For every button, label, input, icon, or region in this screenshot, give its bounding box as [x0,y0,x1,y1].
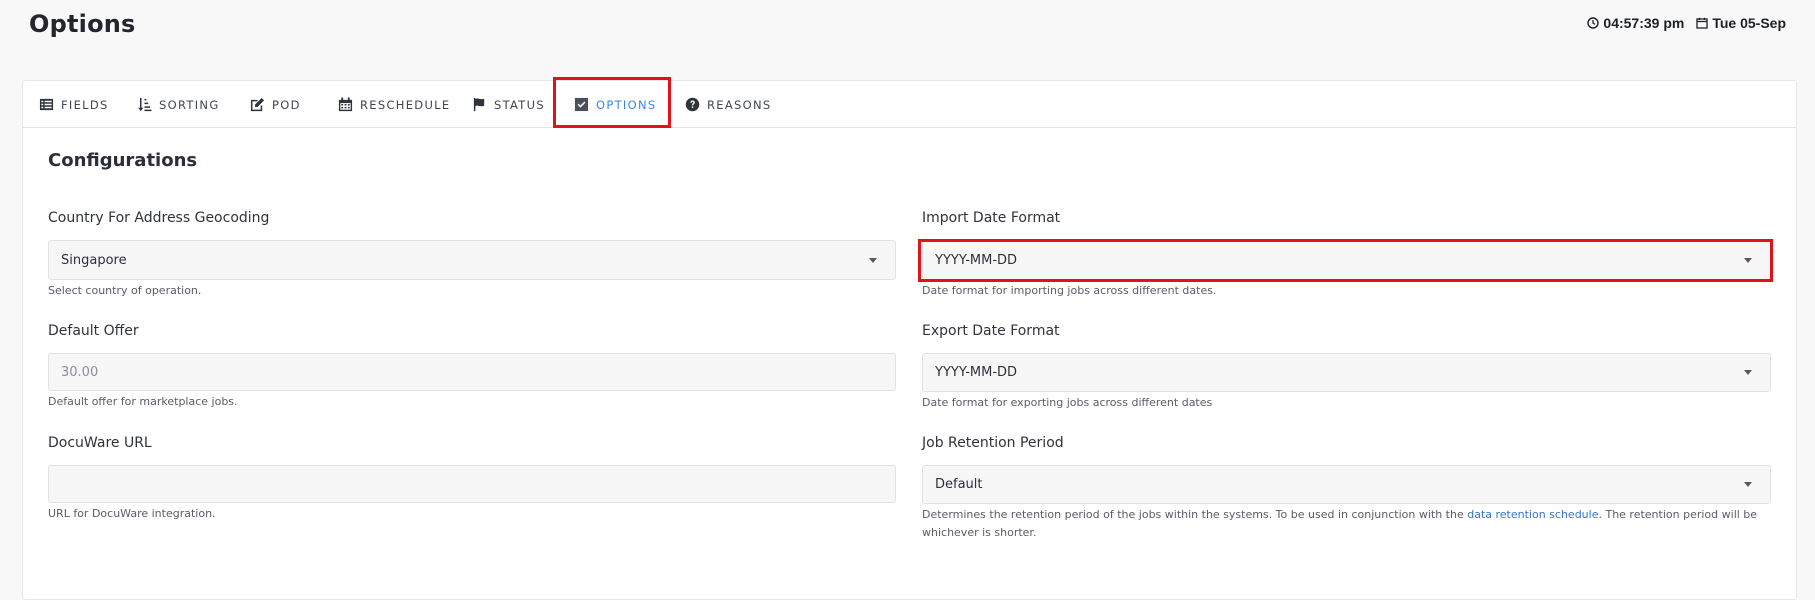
tab-label: SORTING [159,97,220,112]
tab-label: RESCHEDULE [360,97,451,112]
docuware-url-input[interactable] [48,465,896,503]
docuware-url-label: DocuWare URL [48,435,152,451]
export-date-format-select[interactable]: YYYY-MM-DD [922,353,1771,392]
data-retention-schedule-link[interactable]: data retention schedule [1467,508,1598,521]
job-retention-value: Default [935,477,983,492]
export-date-format-help: Date format for exporting jobs across di… [922,396,1213,409]
sort-icon [138,97,152,112]
calendar-icon [338,97,353,112]
default-offer-input[interactable]: 30.00 [48,353,896,391]
tab-sorting[interactable]: SORTING [137,81,220,128]
edit-icon [250,97,265,112]
section-title: Configurations [48,150,198,171]
default-offer-label: Default Offer [48,323,139,339]
tab-pod[interactable]: POD [250,81,301,128]
default-offer-help: Default offer for marketplace jobs. [48,395,238,408]
export-date-format-label: Export Date Format [922,323,1060,339]
date-display: Tue 05-Sep [1696,15,1786,31]
job-retention-help-text: Determines the retention period of the j… [922,508,1468,521]
default-offer-value: 30.00 [61,364,99,380]
tab-label: FIELDS [61,97,109,112]
job-retention-label: Job Retention Period [922,435,1064,451]
flag-icon [473,97,485,112]
clock-readout: 04:57:39 pm Tue 05-Sep [1587,15,1786,31]
tab-bar: FIELDS SORTING POD RESCHEDULE STATUS OPT… [23,77,1796,128]
tab-label: POD [272,97,301,112]
tab-label: STATUS [494,97,545,112]
tab-label: REASONS [707,97,772,112]
chevron-down-icon [1744,370,1752,375]
tab-highlight-box [553,77,671,128]
import-date-format-help: Date format for importing jobs across di… [922,284,1217,297]
tab-reschedule[interactable]: RESCHEDULE [338,81,450,128]
tab-reasons[interactable]: REASONS [685,81,771,128]
country-help: Select country of operation. [48,284,202,297]
import-date-format-label: Import Date Format [922,210,1061,226]
page-title: Options [29,10,136,38]
job-retention-help: Determines the retention period of the j… [922,506,1771,542]
question-circle-icon [685,97,700,112]
job-retention-select[interactable]: Default [922,465,1771,504]
select-highlight-box [918,239,1773,282]
options-card: FIELDS SORTING POD RESCHEDULE STATUS OPT… [22,77,1797,600]
tab-status[interactable]: STATUS [472,81,545,128]
chevron-down-icon [1744,482,1752,487]
list-icon [39,98,54,111]
chevron-down-icon [869,257,877,263]
clock-icon [1587,17,1600,29]
export-date-format-value: YYYY-MM-DD [935,365,1018,380]
calendar-small-icon [1696,17,1708,29]
current-time: 04:57:39 pm [1603,15,1685,31]
country-value: Singapore [61,252,127,268]
page-header: Options 04:57:39 pm Tue 05-Sep [0,0,1815,60]
time-display: 04:57:39 pm [1587,15,1684,31]
tab-fields[interactable]: FIELDS [39,81,109,128]
current-date: Tue 05-Sep [1712,15,1786,31]
docuware-url-help: URL for DocuWare integration. [48,507,216,520]
country-label: Country For Address Geocoding [48,210,270,226]
country-select[interactable]: Singapore [48,240,896,280]
